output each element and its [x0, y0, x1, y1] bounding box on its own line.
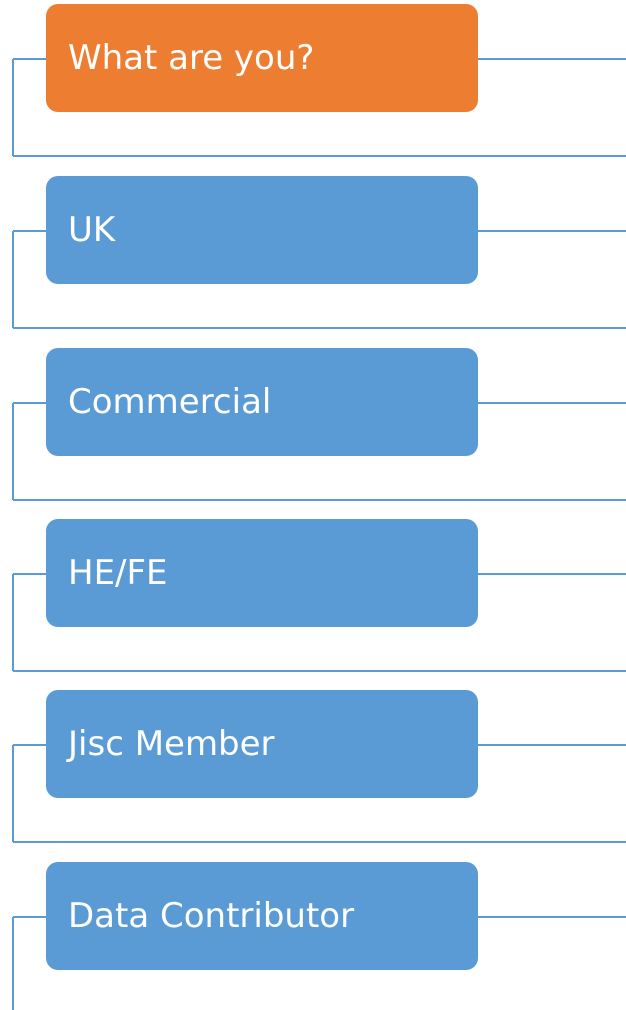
decision-flow-diagram: What are you? UK Commercial HE/FE Jisc M…: [0, 0, 626, 1010]
step-data-contributor[interactable]: Data Contributor: [46, 862, 478, 970]
step-label: What are you?: [68, 38, 315, 78]
step-label: Data Contributor: [68, 896, 355, 936]
step-uk[interactable]: UK: [46, 176, 478, 284]
step-jisc-member[interactable]: Jisc Member: [46, 690, 478, 798]
step-label: UK: [68, 210, 116, 250]
step-he-fe[interactable]: HE/FE: [46, 519, 478, 627]
step-what-are-you[interactable]: What are you?: [46, 4, 478, 112]
step-label: HE/FE: [68, 553, 168, 593]
step-label: Jisc Member: [68, 724, 275, 764]
step-commercial[interactable]: Commercial: [46, 348, 478, 456]
step-label: Commercial: [68, 382, 272, 422]
connector-lines: [12, 58, 626, 1010]
